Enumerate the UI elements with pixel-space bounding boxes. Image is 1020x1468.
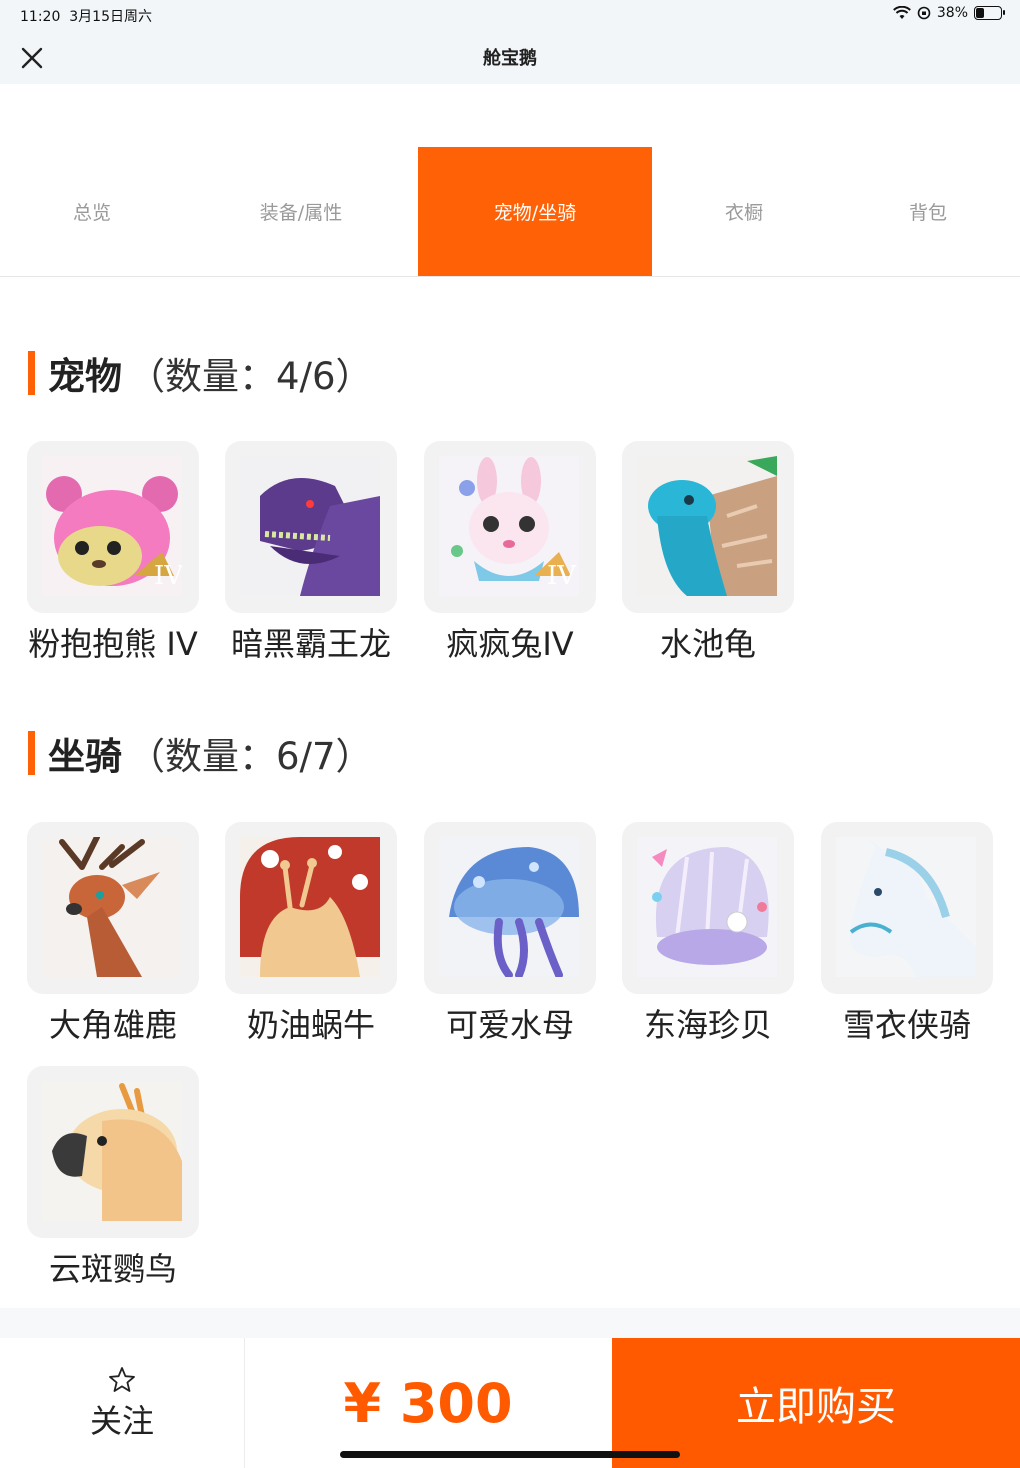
mount-thumbnail: [27, 1066, 199, 1238]
cloud-parrot-mount-icon: [42, 1081, 182, 1221]
buy-now-button[interactable]: 立即购买: [612, 1338, 1020, 1468]
mount-name: 云斑鹦鸟: [48, 1250, 177, 1288]
mount-thumbnail: [622, 822, 794, 994]
tab-equipment[interactable]: 装备/属性: [184, 147, 418, 276]
tab-wardrobe[interactable]: 衣橱: [652, 147, 836, 276]
section-accent-bar: [28, 351, 35, 395]
mounts-count: （数量：6/7）: [128, 735, 373, 778]
battery-icon: [974, 6, 1005, 20]
pet-item-pink-bear[interactable]: IV 粉抱抱熊 IV: [27, 441, 199, 665]
pets-section-title: 宠物 （数量：4/6）: [28, 351, 373, 398]
tab-overview[interactable]: 总览: [0, 147, 184, 276]
mount-thumbnail: [27, 822, 199, 994]
clock-time: 11:20: [20, 9, 61, 25]
mount-thumbnail: [424, 822, 596, 994]
nav-bar: 舱宝鹅: [0, 30, 1020, 84]
mount-name: 奶油蜗牛: [246, 1006, 375, 1044]
mount-item-parrot[interactable]: 云斑鹦鸟: [27, 1066, 199, 1290]
clock-date: 3月15日周六: [69, 9, 152, 25]
mount-thumbnail: [821, 822, 993, 994]
pet-item-dark-trex[interactable]: 暗黑霸王龙: [225, 441, 397, 665]
tab-bar: 总览 装备/属性 宠物/坐骑 衣橱 背包: [0, 147, 1020, 277]
mount-name: 大角雄鹿: [48, 1006, 177, 1044]
page-title: 舱宝鹅: [483, 48, 537, 69]
pond-turtle-pet-icon: [637, 456, 777, 596]
antlered-stag-mount-icon: [42, 837, 182, 977]
status-time: 11:20 3月15日周六: [20, 6, 152, 26]
snow-horse-mount-icon: [836, 837, 976, 977]
pearl-shell-mount-icon: [637, 837, 777, 977]
mount-item-jellyfish[interactable]: 可爱水母: [424, 822, 596, 1046]
crazy-rabbit-pet-icon: IV: [439, 456, 579, 596]
pet-thumbnail: IV: [424, 441, 596, 613]
mounts-heading: 坐骑: [48, 735, 122, 778]
pets-count: （数量：4/6）: [128, 355, 373, 398]
mount-item-snow-horse[interactable]: 雪衣侠骑: [821, 822, 993, 1046]
battery-level: [976, 8, 984, 18]
mount-name: 雪衣侠骑: [842, 1006, 971, 1044]
home-indicator[interactable]: [340, 1451, 680, 1458]
price-label: ¥ 300: [343, 1371, 513, 1435]
scrolled-content-edge: [30, 84, 510, 92]
dark-trex-pet-icon: [240, 456, 380, 596]
pet-name: 暗黑霸王龙: [230, 625, 391, 663]
status-bar: 11:20 3月15日周六 38%: [0, 0, 1020, 30]
orientation-lock-icon: [917, 6, 931, 20]
mount-item-snail[interactable]: 奶油蜗牛: [225, 822, 397, 1046]
pet-thumbnail: [622, 441, 794, 613]
pet-item-crazy-rabbit[interactable]: IV 疯疯兔IV: [424, 441, 596, 665]
status-indicators: 38%: [892, 5, 1005, 21]
mounts-section-title: 坐骑 （数量：6/7）: [28, 731, 373, 778]
follow-label: 关注: [89, 1402, 154, 1440]
pet-name: 疯疯兔IV: [446, 625, 574, 663]
pink-bear-pet-icon: IV: [42, 456, 182, 596]
follow-button[interactable]: 关注: [0, 1338, 245, 1468]
pet-name: 水池龟: [659, 625, 756, 663]
mount-item-stag[interactable]: 大角雄鹿: [27, 822, 199, 1046]
svg-text:IV: IV: [154, 561, 182, 591]
cute-jellyfish-mount-icon: [439, 837, 579, 977]
tab-backpack[interactable]: 背包: [836, 147, 1020, 276]
mount-name: 东海珍贝: [643, 1006, 772, 1044]
battery-percent: 38%: [936, 5, 968, 21]
tab-pets-mounts[interactable]: 宠物/坐骑: [418, 147, 652, 276]
section-accent-bar: [28, 731, 35, 775]
wifi-icon: [892, 6, 911, 19]
bottom-bar-shadow: [0, 1308, 1020, 1338]
pet-name: 粉抱抱熊 IV: [28, 625, 198, 663]
pet-thumbnail: [225, 441, 397, 613]
bottom-action-bar: 关注 ¥ 300 立即购买: [0, 1338, 1020, 1468]
cream-snail-mount-icon: [240, 837, 380, 977]
mount-name: 可爱水母: [445, 1006, 574, 1044]
svg-text:IV: IV: [547, 561, 577, 591]
pet-thumbnail: IV: [27, 441, 199, 613]
mount-item-pearl-shell[interactable]: 东海珍贝: [622, 822, 794, 1046]
star-outline-icon: [109, 1367, 135, 1392]
pet-item-pond-turtle[interactable]: 水池龟: [622, 441, 794, 665]
pets-heading: 宠物: [48, 355, 122, 398]
mount-thumbnail: [225, 822, 397, 994]
